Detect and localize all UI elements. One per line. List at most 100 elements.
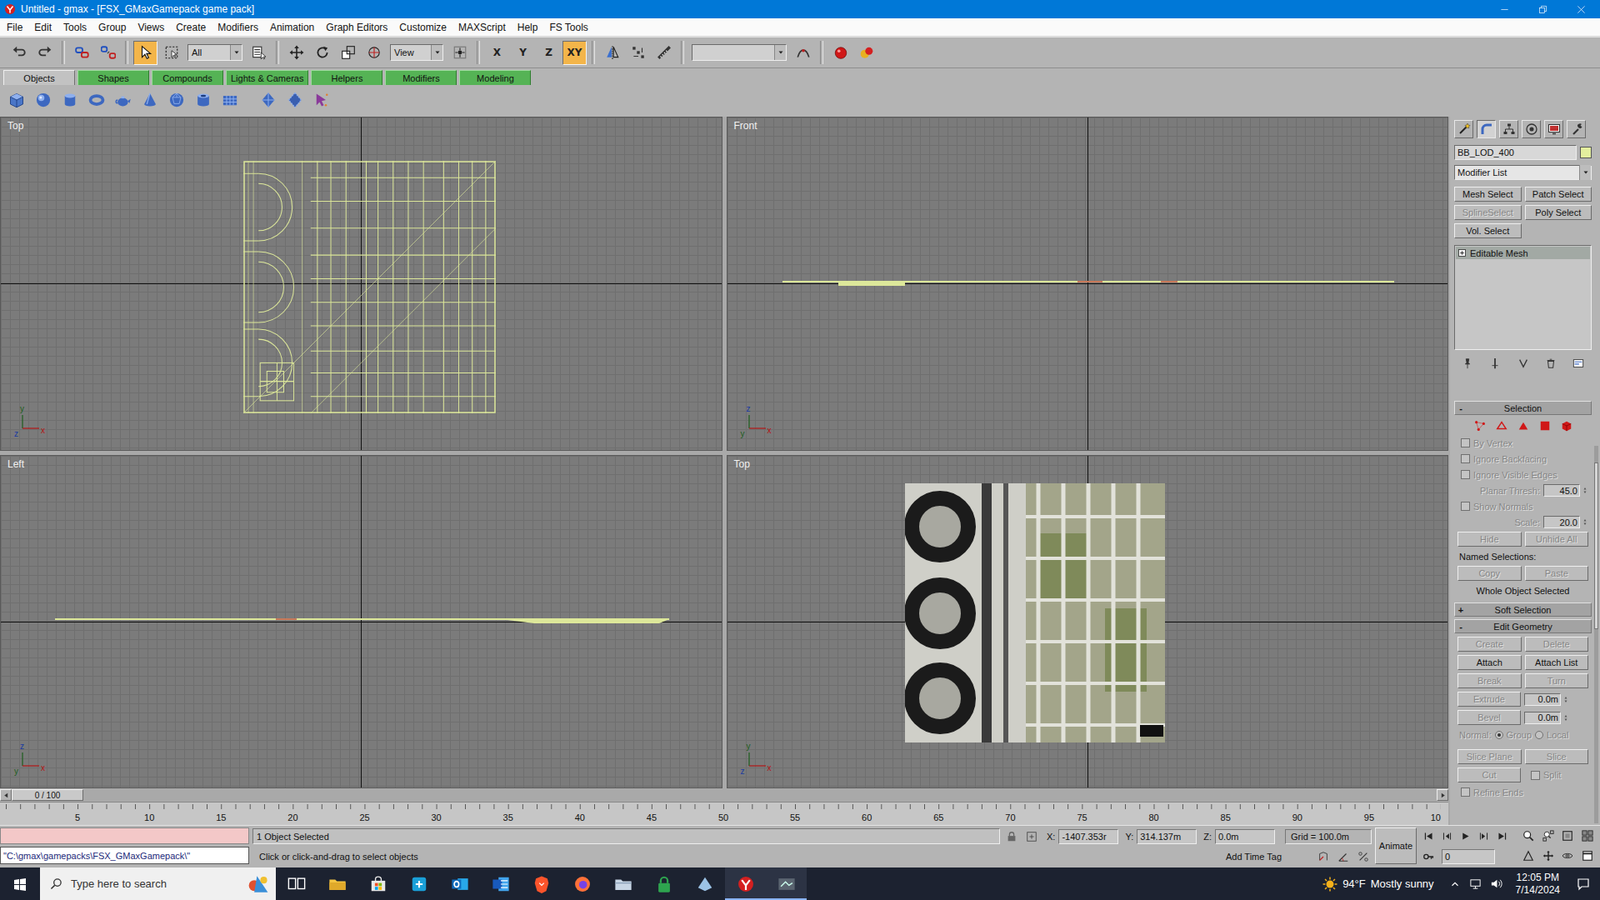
spinner-field[interactable]: 45.0 — [1543, 484, 1580, 497]
weather-widget[interactable]: 94°FMostly sunny — [1314, 876, 1442, 892]
current-frame-field[interactable]: 0 — [1441, 849, 1495, 865]
app-blue-taskbar-button[interactable] — [398, 867, 440, 900]
axis-constraint-button[interactable]: XY — [562, 40, 587, 65]
pivot-button[interactable] — [447, 40, 472, 65]
store-taskbar-button[interactable] — [357, 867, 399, 900]
dropdown-arrow-icon[interactable] — [1579, 165, 1591, 180]
viewport[interactable]: Leftzyx — [0, 455, 723, 790]
viewport[interactable]: Frontzyx — [726, 116, 1450, 451]
coord-field[interactable]: 0.0m — [1215, 829, 1275, 845]
tab[interactable]: Modeling — [459, 70, 531, 85]
spinner-arrows-icon[interactable] — [1583, 515, 1590, 529]
stack-item[interactable]: Editable Mesh — [1455, 246, 1590, 260]
zoom-button[interactable] — [1520, 827, 1537, 845]
element-level-button[interactable] — [1558, 417, 1575, 435]
prev-button[interactable] — [1438, 828, 1455, 845]
viewport-geometry[interactable] — [905, 483, 1165, 745]
spinner-field[interactable]: 0.0m — [1524, 711, 1561, 725]
key-mode-button[interactable] — [1420, 848, 1437, 865]
modifier-button[interactable]: Mesh Select — [1454, 186, 1522, 202]
hierarchy-tab[interactable] — [1499, 120, 1519, 139]
app-taskbar-button[interactable] — [684, 867, 725, 900]
display-tab[interactable] — [1544, 120, 1564, 139]
tube-button[interactable] — [192, 89, 215, 111]
sphere-button[interactable] — [32, 89, 55, 111]
panel-button[interactable]: Attach List — [1525, 655, 1590, 670]
quick-render-button[interactable] — [854, 40, 879, 65]
viewport-label[interactable]: Left — [5, 458, 26, 470]
named-set-button[interactable] — [790, 40, 815, 65]
select-button[interactable] — [133, 40, 158, 65]
spinner-arrows-icon[interactable] — [1564, 693, 1571, 706]
viewport-label[interactable]: Top — [5, 120, 25, 132]
track-bar[interactable]: 510152025303540455055606570758085909510 — [0, 801, 1449, 825]
game-taskbar-button[interactable] — [765, 867, 807, 900]
viewport-geometry[interactable] — [243, 160, 496, 416]
teapot-button[interactable] — [112, 89, 135, 111]
spinner-field[interactable]: 0.0m — [1524, 693, 1561, 706]
spinner-field[interactable]: 20.0 — [1543, 515, 1580, 529]
next-button[interactable] — [1475, 828, 1492, 845]
animate-button[interactable]: Animate — [1375, 827, 1417, 865]
brave-taskbar-button[interactable] — [520, 867, 562, 900]
maximize-button[interactable] — [1579, 847, 1596, 865]
arc-rotate-button[interactable] — [1559, 847, 1576, 865]
menu-item[interactable]: File — [0, 19, 29, 36]
explorer-taskbar-button[interactable] — [316, 867, 358, 900]
zoom-all-button[interactable] — [1540, 827, 1557, 845]
viewport-geometry[interactable] — [727, 117, 1450, 451]
expand-icon[interactable] — [1458, 249, 1466, 257]
scale-button[interactable] — [335, 40, 360, 65]
redo-button[interactable] — [32, 40, 57, 65]
menu-item[interactable]: FS Tools — [543, 19, 594, 36]
panel-button[interactable]: Attach — [1457, 655, 1522, 670]
plane-button[interactable] — [219, 89, 241, 111]
dropdown-arrow-icon[interactable] — [230, 45, 242, 60]
viewport-label[interactable]: Top — [732, 458, 752, 470]
modifier-button[interactable]: Patch Select — [1525, 186, 1593, 202]
rollout-toggle[interactable]: - — [1455, 403, 1467, 414]
start-button[interactable] — [0, 867, 40, 900]
menu-item[interactable]: Create — [170, 19, 212, 36]
geosphere-button[interactable] — [165, 89, 188, 111]
window-minimize-button[interactable] — [1485, 0, 1524, 19]
remove-button[interactable] — [1542, 355, 1560, 372]
link-button[interactable] — [70, 40, 95, 65]
transform-mode-button[interactable] — [1023, 828, 1040, 845]
menu-item[interactable]: Views — [131, 19, 170, 36]
pin-button[interactable] — [1459, 355, 1476, 372]
array-button[interactable] — [625, 40, 650, 65]
angle-snap-button[interactable] — [1335, 848, 1352, 865]
snap-button[interactable] — [1315, 848, 1332, 865]
time-slider-thumb[interactable]: 0 / 100 — [11, 789, 84, 801]
create-tab[interactable] — [1454, 120, 1474, 139]
hedra-button[interactable] — [257, 89, 280, 111]
mirror-button[interactable] — [600, 40, 625, 65]
tab[interactable]: Modifiers — [385, 70, 457, 85]
selection-lock-button[interactable] — [1003, 828, 1020, 845]
zoom-ext-button[interactable] — [1559, 827, 1576, 845]
select-name-button[interactable] — [246, 40, 271, 65]
pan-button[interactable] — [1540, 847, 1557, 865]
play-button[interactable] — [1456, 828, 1474, 845]
add-time-tag[interactable]: Add Time Tag — [1225, 851, 1282, 862]
axis-constraint-button[interactable]: Y — [510, 40, 535, 65]
polygon-level-button[interactable] — [1536, 417, 1554, 435]
fov-button[interactable] — [1520, 847, 1537, 865]
dropdown-arrow-icon[interactable] — [430, 45, 443, 60]
edge-level-button[interactable] — [1493, 417, 1510, 435]
move-button[interactable] — [284, 40, 309, 65]
modifier-button[interactable]: Poly Select — [1525, 205, 1593, 220]
rollout-toggle[interactable]: - — [1455, 621, 1467, 632]
axis-constraint-button[interactable]: Z — [536, 40, 561, 65]
particle-button[interactable] — [310, 89, 333, 111]
region-button[interactable] — [159, 40, 184, 65]
viewport-geometry[interactable] — [0, 455, 723, 790]
panel-scrollbar[interactable] — [1594, 445, 1599, 824]
outlook-taskbar-button[interactable] — [439, 867, 480, 900]
viewport-label[interactable]: Front — [732, 120, 760, 132]
panel-scrollbar-thumb[interactable] — [1594, 462, 1599, 630]
show-hidden-icons-icon[interactable] — [1449, 878, 1461, 890]
tab[interactable]: Shapes — [77, 70, 150, 85]
modifier-list-dropdown[interactable]: Modifier List — [1454, 165, 1592, 180]
